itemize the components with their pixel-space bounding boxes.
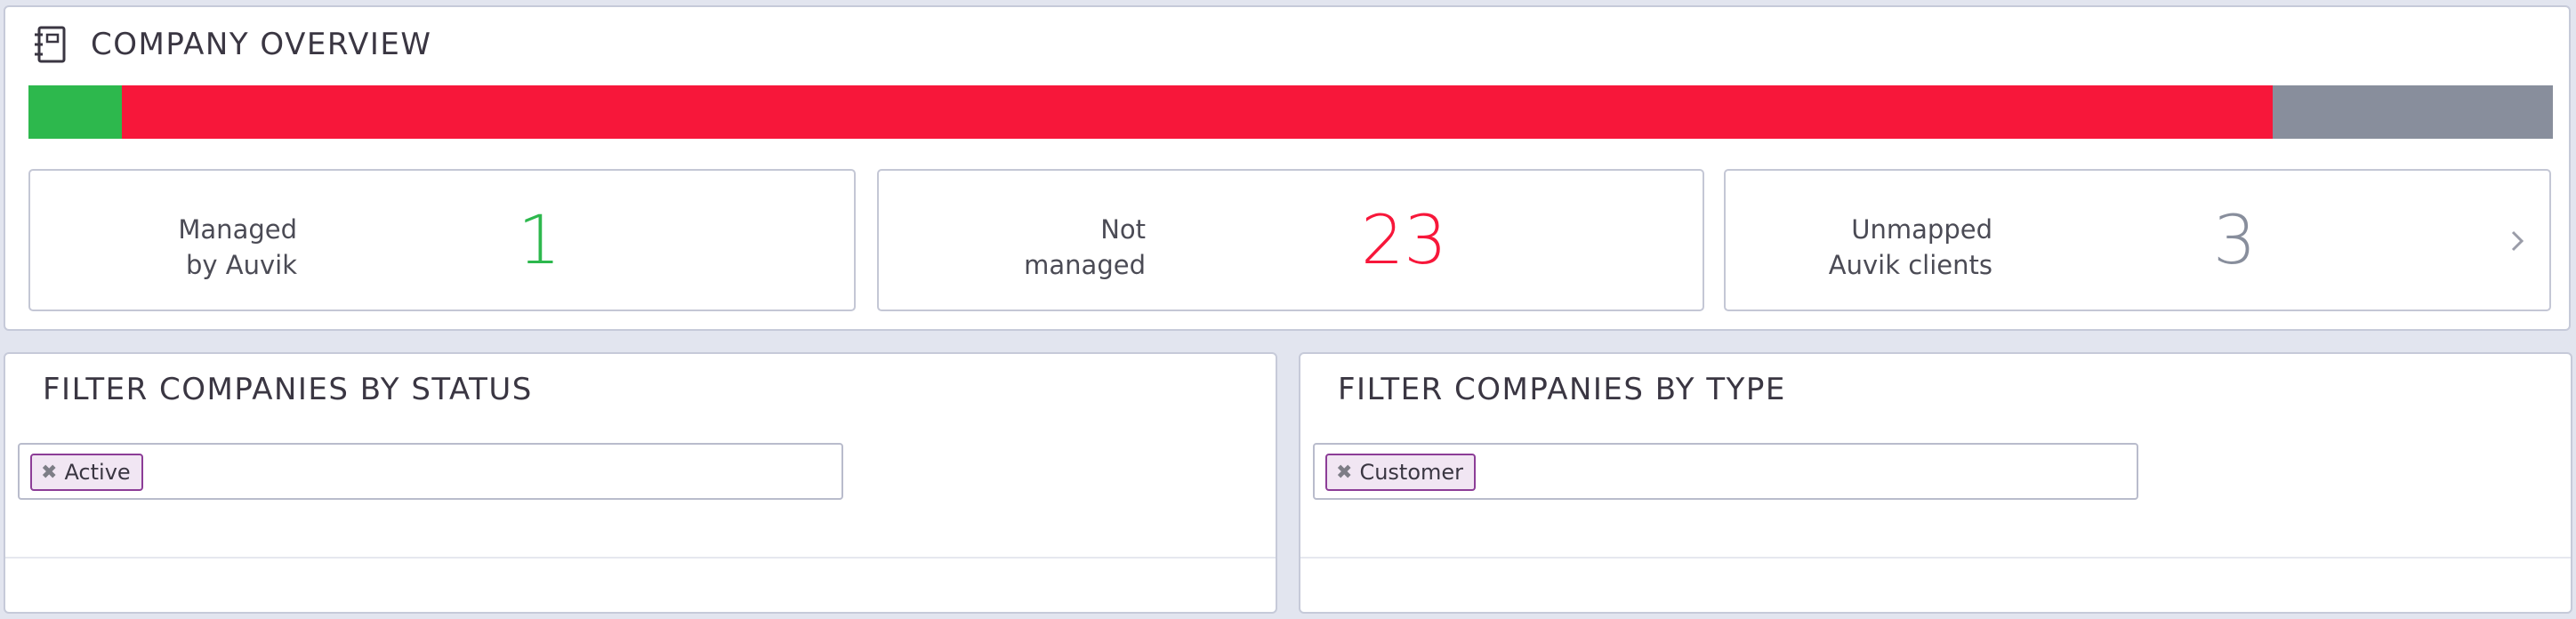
- company-overview-panel: COMPANY OVERVIEW Managed by Auvik 1 Not …: [4, 5, 2571, 331]
- filter-by-status-panel: FILTER COMPANIES BY STATUS ✖ Active: [4, 352, 1277, 614]
- close-icon[interactable]: ✖: [1336, 462, 1352, 484]
- chevron-right-icon[interactable]: [2507, 226, 2528, 256]
- unmapped-count: 3: [2213, 200, 2257, 279]
- divider: [1300, 557, 2571, 559]
- company-status-bar: [28, 85, 2553, 139]
- not-managed-segment[interactable]: [122, 85, 2273, 139]
- divider: [5, 557, 1276, 559]
- filter-by-type-panel: FILTER COMPANIES BY TYPE ✖ Customer: [1299, 352, 2572, 614]
- unmapped-clients-card[interactable]: Unmapped Auvik clients 3: [1724, 169, 2551, 311]
- chip-label: Active: [64, 460, 131, 485]
- managed-label: Managed by Auvik: [178, 214, 297, 280]
- managed-segment[interactable]: [28, 85, 123, 139]
- not-managed-count: 23: [1361, 200, 1447, 279]
- close-icon[interactable]: ✖: [41, 462, 57, 484]
- filter-chip-customer[interactable]: ✖ Customer: [1325, 454, 1477, 491]
- panel-title: COMPANY OVERVIEW: [91, 27, 432, 62]
- status-filter-input[interactable]: ✖ Active: [18, 443, 843, 500]
- unmapped-label: Unmapped Auvik clients: [1828, 214, 1992, 280]
- not-managed-label: Not managed: [1024, 214, 1146, 280]
- unmapped-segment[interactable]: [2272, 85, 2553, 139]
- managed-count: 1: [518, 200, 561, 279]
- chip-label: Customer: [1359, 460, 1464, 485]
- filter-chip-active[interactable]: ✖ Active: [30, 454, 143, 491]
- notebook-icon: [35, 26, 66, 63]
- type-filter-input[interactable]: ✖ Customer: [1313, 443, 2138, 500]
- panel-title: FILTER COMPANIES BY TYPE: [1338, 372, 1786, 407]
- managed-card[interactable]: Managed by Auvik 1: [28, 169, 856, 311]
- not-managed-card[interactable]: Not managed 23: [877, 169, 1704, 311]
- panel-title: FILTER COMPANIES BY STATUS: [43, 372, 533, 407]
